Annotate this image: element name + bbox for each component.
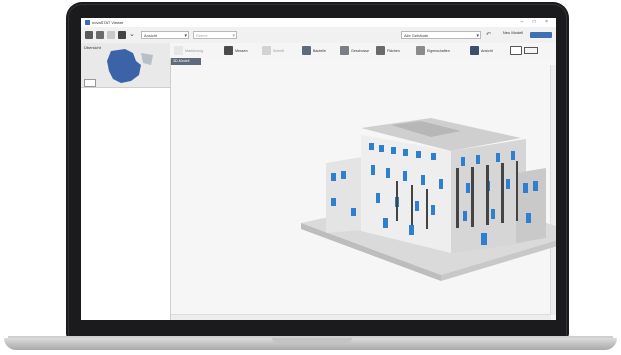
window-controls[interactable]: – □ × (521, 19, 553, 25)
view-select-value: Ansicht (144, 33, 158, 38)
ribbon-item-ansicht[interactable]: Ansicht (470, 46, 493, 55)
ribbon-item-label: Flächen (387, 48, 400, 53)
measure-icon (224, 46, 233, 55)
marker-icon (174, 46, 183, 55)
title-bar: novaSTAT Viewer – □ × (81, 18, 556, 27)
layer-select[interactable]: Ebene ▾ (193, 31, 237, 39)
ribbon-item-eigenschaften[interactable]: Eigenschaften (416, 46, 450, 55)
ribbon-item-label: Ansicht (481, 48, 493, 53)
section-icon (262, 46, 271, 55)
viewer-tab[interactable]: 3D-Modell (171, 58, 201, 65)
laptop-notch (272, 338, 352, 343)
chevron-down-icon: ▾ (184, 33, 187, 39)
window-title: novaSTAT Viewer (92, 20, 124, 25)
main-toolbar: ⌄ Ansicht ▾ Ebene ▾ Alle Gebäude ▾ ↶ Neu… (81, 27, 556, 44)
undo-icon[interactable]: ↶ (486, 31, 494, 39)
view-select[interactable]: Ansicht ▾ (141, 31, 189, 39)
search-select[interactable]: Alle Gebäude ▾ (401, 31, 481, 39)
chevron-down-icon: ▾ (476, 33, 479, 39)
areas-icon (376, 46, 385, 55)
ribbon-item-messen[interactable]: Messen (224, 46, 248, 55)
display-button[interactable] (510, 46, 538, 55)
search-select-value: Alle Gebäude (404, 33, 429, 38)
save-icon[interactable] (96, 31, 104, 39)
ribbon-item-label: Bauteile (313, 48, 326, 53)
ribbon-item-label: Geschosse (351, 48, 369, 53)
model-viewer[interactable]: 3D-Modell (171, 58, 556, 320)
components-icon (302, 46, 311, 55)
map-thumbnail[interactable] (84, 79, 96, 87)
ribbon-item-geschosse[interactable]: Geschosse (340, 46, 369, 55)
properties-icon (416, 46, 425, 55)
new-model-button[interactable]: Neu Modell (501, 31, 525, 39)
sidebar: Übersicht (81, 43, 171, 320)
ribbon-item-bauteile[interactable]: Bauteile (302, 46, 326, 55)
login-button[interactable] (530, 32, 552, 38)
print-icon[interactable] (107, 31, 115, 39)
grid-icon[interactable] (85, 31, 93, 39)
ribbon-item-flaechen[interactable]: Flächen (376, 46, 400, 55)
layer-select-value: Ebene (196, 33, 208, 38)
display-select[interactable] (524, 47, 538, 54)
ribbon-item-label: Markierung (185, 48, 203, 53)
monitor-icon (510, 46, 522, 55)
ribbon-item-markierung[interactable]: Markierung (174, 46, 203, 55)
floors-icon (340, 46, 349, 55)
chevron-down-icon: ▾ (232, 33, 235, 39)
overview-map[interactable]: Übersicht (81, 43, 170, 88)
app-logo-icon (85, 20, 90, 25)
ribbon-item-schnitt[interactable]: Schnitt (262, 46, 284, 55)
ribbon-item-label: Schnitt (273, 48, 284, 53)
horizontal-scrollbar[interactable] (171, 314, 551, 320)
chevron-down-icon[interactable]: ⌄ (129, 31, 137, 39)
building-3d-model (301, 118, 556, 281)
ribbon-item-label: Messen (235, 48, 248, 53)
app-window: novaSTAT Viewer – □ × ⌄ Ansicht ▾ Ebene … (81, 18, 556, 320)
ribbon-toolbar: Markierung Messen Schnitt Bauteile Gesch… (170, 43, 556, 59)
settings-icon[interactable] (118, 31, 126, 39)
view-icon (470, 46, 479, 55)
ribbon-item-label: Eigenschaften (427, 48, 450, 53)
